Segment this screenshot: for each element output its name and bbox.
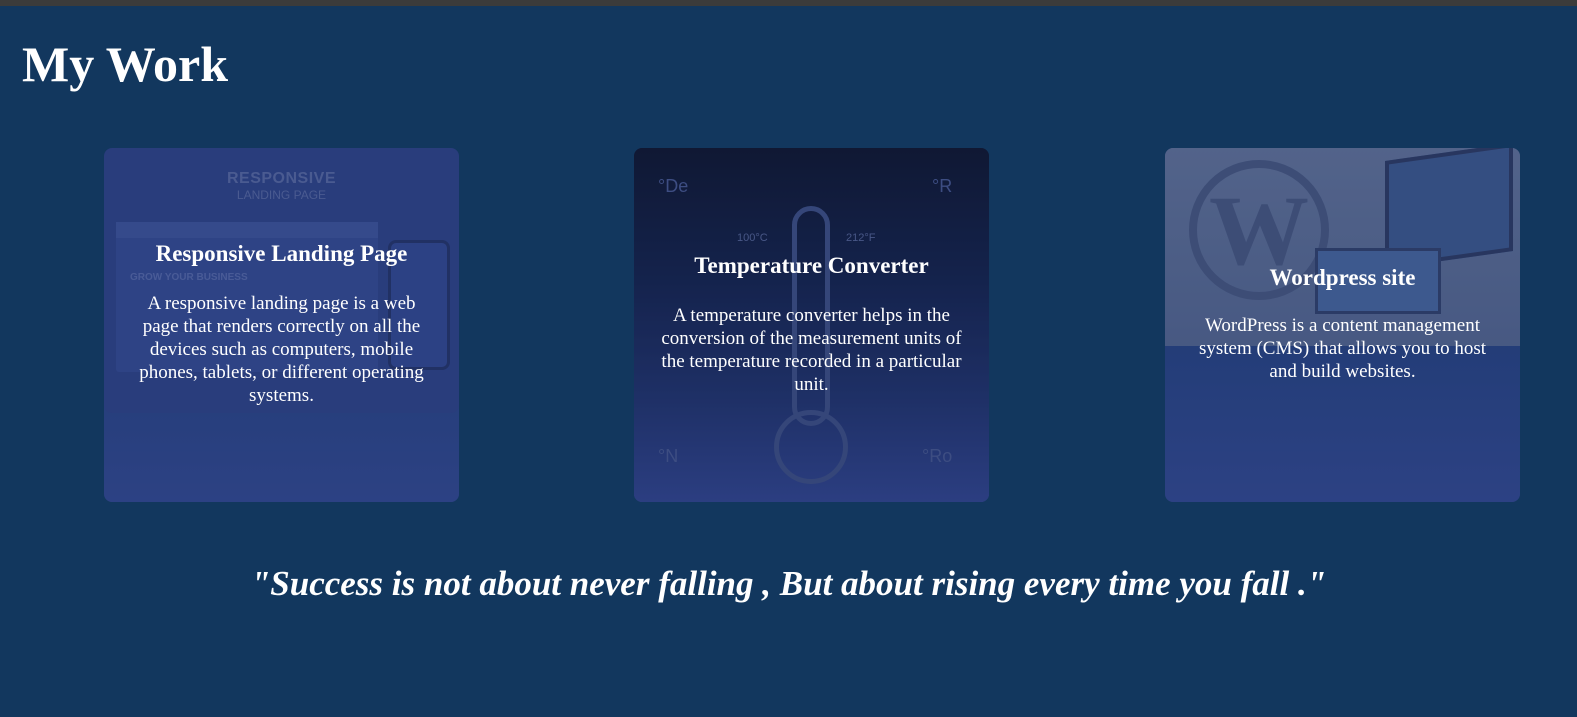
project-title: Temperature Converter [694,253,929,278]
quote-text: "Success is not about never falling , Bu… [250,564,1327,603]
page-title: My Work [22,36,229,92]
window-top-strip [0,0,1577,6]
project-card-temperature-converter[interactable]: °De °R °N °Ro 100°C 212°F Temperature Co… [634,148,989,502]
project-description: WordPress is a content management system… [1198,315,1487,382]
project-description: A temperature converter helps in the con… [661,305,962,395]
project-card-responsive-landing[interactable]: RESPONSIVE LANDING PAGE GROW YOUR BUSINE… [104,148,459,502]
project-card-wordpress[interactable]: W Wordpress site WordPress is a content … [1165,148,1520,502]
project-title: Wordpress site [1269,265,1416,290]
project-description: A responsive landing page is a web page … [139,293,424,406]
project-title: Responsive Landing Page [155,241,408,266]
